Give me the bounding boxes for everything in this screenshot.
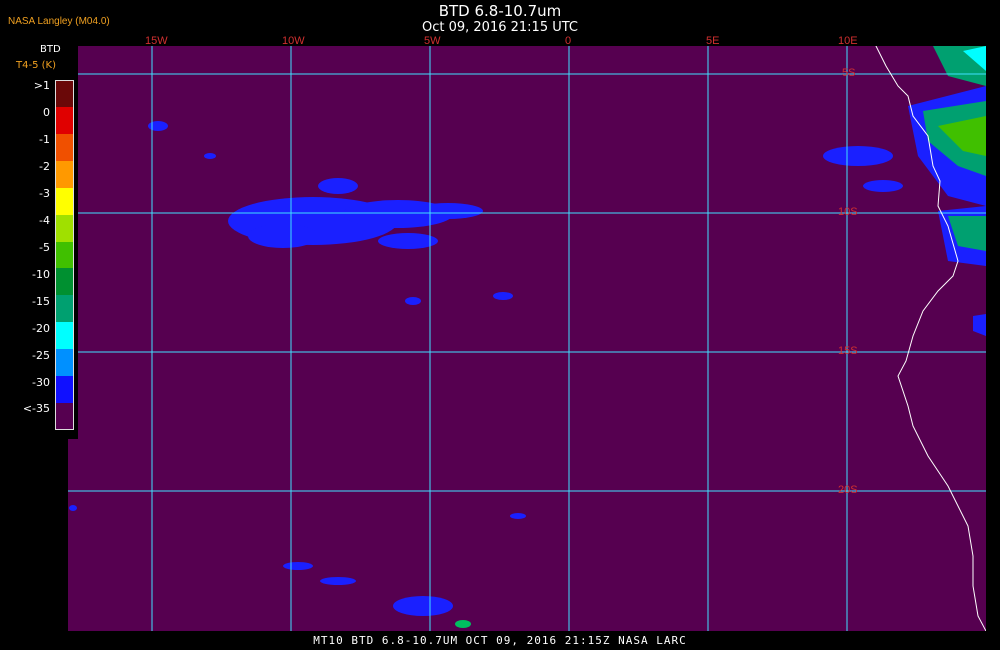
- lat-label-15s: 15S: [838, 345, 858, 357]
- lon-label-10e: 10E: [838, 35, 858, 47]
- lon-label-5w: 5W: [424, 35, 441, 47]
- legend-swatch: [56, 241, 74, 269]
- legend-label: 0: [43, 106, 50, 120]
- legend-title: BTD: [40, 44, 61, 55]
- legend-label: -20: [32, 321, 50, 335]
- legend-swatch: [56, 403, 74, 430]
- legend-swatch: [56, 268, 74, 296]
- legend-label: -4: [39, 214, 50, 227]
- legend-label: -1: [39, 133, 50, 147]
- lon-label-15w: 15W: [145, 35, 168, 47]
- product-title: BTD 6.8-10.7um: [438, 2, 562, 20]
- cloud-features: [69, 121, 903, 628]
- lat-lon-grid: [68, 46, 986, 631]
- legend-swatch: [56, 214, 74, 242]
- lon-label-10w: 10W: [282, 35, 305, 47]
- legend-label: <-35: [22, 402, 50, 416]
- legend-label: -15: [32, 294, 50, 308]
- legend-label: -2: [39, 160, 50, 174]
- legend-swatch: [56, 187, 74, 215]
- satellite-map: [68, 46, 986, 631]
- lat-label-20s: 20S: [838, 484, 858, 496]
- legend-swatch: [56, 295, 74, 323]
- legend-label: >1: [33, 79, 50, 93]
- convective-cells: [908, 46, 986, 336]
- lat-label-10s: 10S: [838, 206, 858, 218]
- lon-label-0: 0: [565, 35, 572, 47]
- legend-swatch: [56, 349, 74, 377]
- lon-label-5e: 5E: [706, 35, 720, 47]
- legend-label: -10: [32, 267, 50, 281]
- legend-label: -25: [32, 348, 50, 362]
- legend-unit: T4-5 (K): [16, 60, 56, 71]
- product-datetime: Oct 09, 2016 21:15 UTC: [422, 20, 578, 35]
- legend-swatch: [56, 133, 74, 161]
- legend-swatch: [56, 106, 74, 134]
- legend-label: -5: [39, 240, 50, 254]
- legend-swatch: [56, 376, 74, 404]
- lat-label-5s: 5S: [842, 67, 856, 79]
- legend-swatch: [56, 80, 74, 107]
- status-footer: MT10 BTD 6.8-10.7UM OCT 09, 2016 21:15Z …: [313, 634, 687, 647]
- legend-label: -3: [39, 187, 50, 201]
- legend-swatch: [56, 160, 74, 188]
- map-canvas: [68, 46, 986, 631]
- legend-label: -30: [32, 375, 50, 389]
- legend-swatch: [56, 322, 74, 350]
